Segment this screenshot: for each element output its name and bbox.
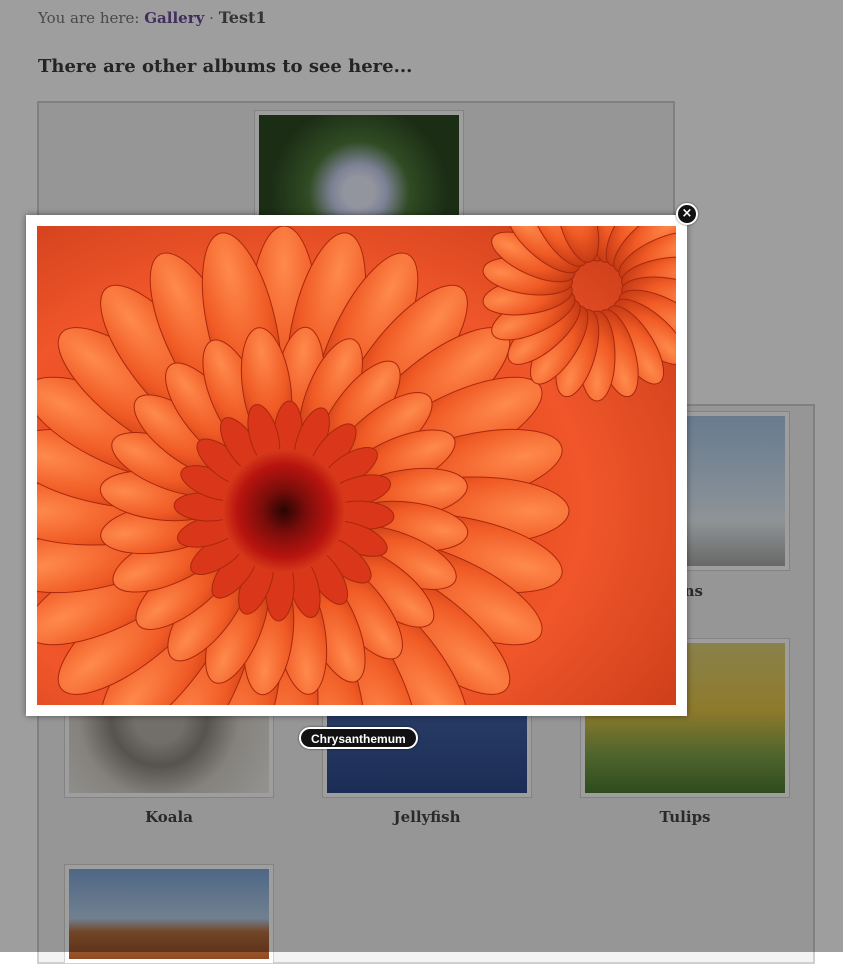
lightbox-frame xyxy=(26,215,687,716)
close-icon[interactable]: × xyxy=(676,203,698,225)
chrysanthemum-image xyxy=(37,226,676,705)
chrysanthemum-photo xyxy=(37,226,676,705)
lightbox-title: Chrysanthemum xyxy=(299,727,418,749)
